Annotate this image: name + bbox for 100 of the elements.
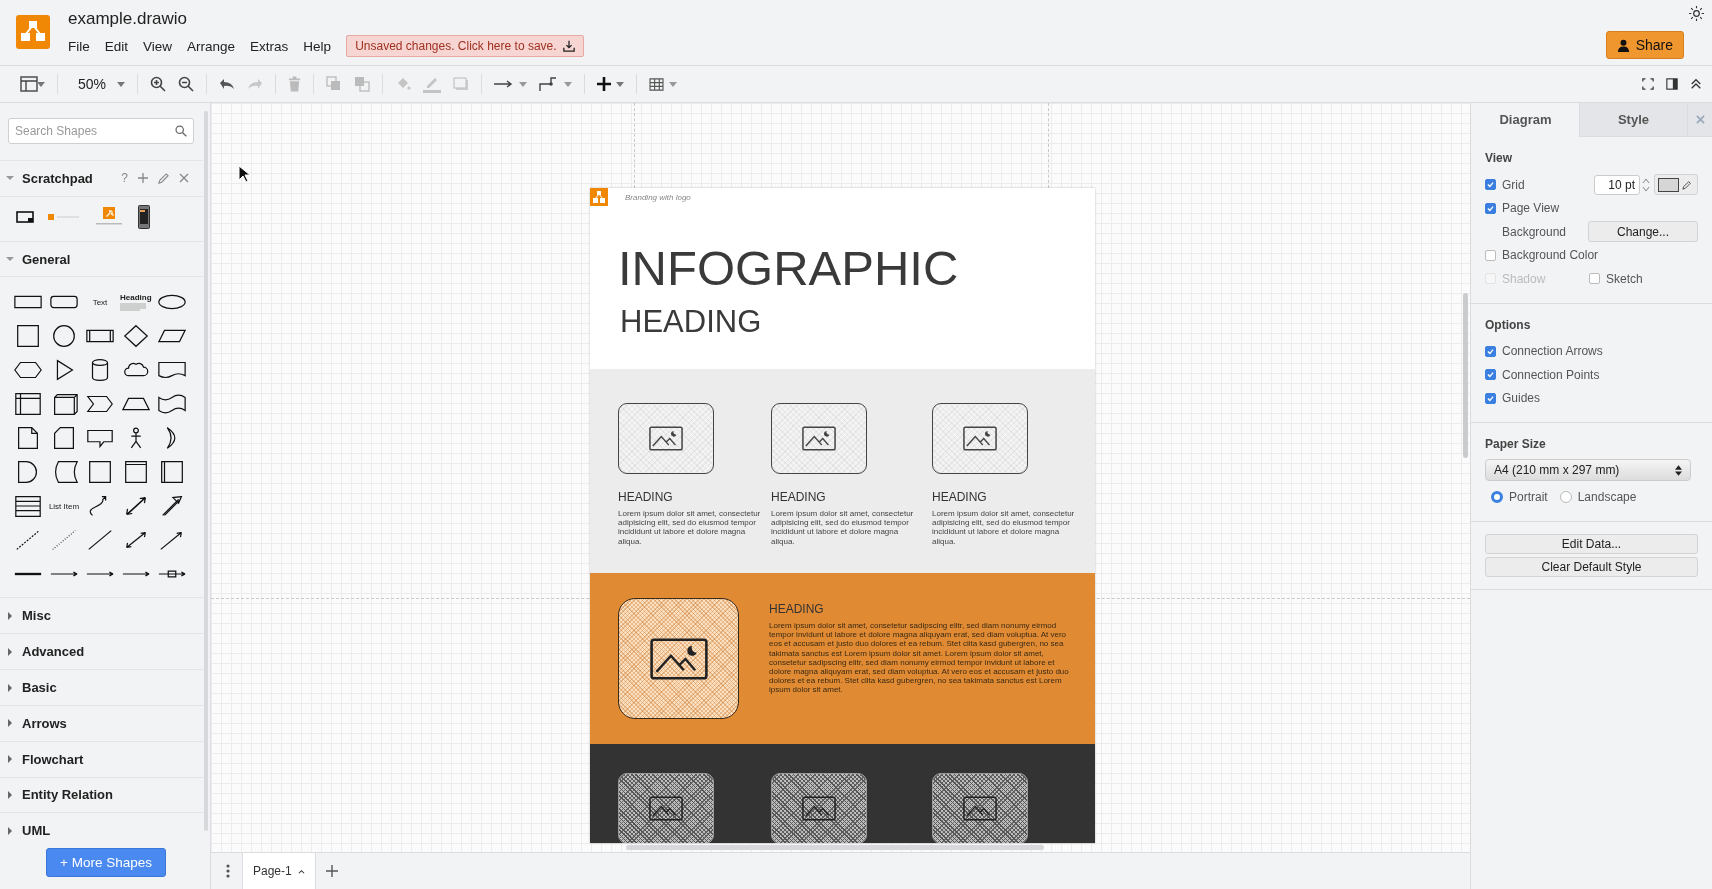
menu-item[interactable]: Extras: [250, 38, 289, 54]
checkbox-label: Connection Points: [1502, 367, 1600, 382]
menu-item[interactable]: Help: [303, 38, 332, 54]
zoom-in-icon[interactable]: [150, 76, 166, 92]
tape-shape-icon[interactable]: [157, 392, 187, 417]
diamond-shape-icon[interactable]: [121, 324, 151, 349]
caret-icon[interactable]: [6, 611, 14, 620]
card-text: Lorem ipsum dolor sit amet, consectetur adipisicing elit, sed do eiusmod tempor incididunt ut labore et dolore magna aliqua.: [618, 509, 762, 546]
fullscreen-icon[interactable]: [1642, 78, 1654, 90]
phone-thumbnail-icon[interactable]: [138, 204, 150, 229]
section-title[interactable]: General: [22, 251, 71, 267]
checkbox[interactable]: [1485, 392, 1496, 404]
caret-icon[interactable]: [6, 647, 14, 656]
panel-button[interactable]: Clear Default Style: [1485, 556, 1698, 577]
caret-icon[interactable]: [6, 719, 14, 728]
caret-icon[interactable]: [519, 81, 527, 87]
section-title[interactable]: Advanced: [22, 644, 85, 660]
checkbox[interactable]: [1485, 369, 1496, 381]
radio-button[interactable]: [1491, 490, 1503, 503]
plus-icon[interactable]: [597, 77, 611, 91]
image-icon: [963, 426, 997, 451]
banner-thumbnail-icon[interactable]: [48, 212, 80, 221]
checkbox-label: Background Color: [1502, 248, 1599, 263]
menu-item[interactable]: Edit: [104, 38, 129, 54]
add-page-icon[interactable]: [325, 865, 338, 877]
eyedropper-icon: [1682, 179, 1692, 190]
app-logo: [16, 15, 50, 49]
table-icon[interactable]: [649, 77, 664, 91]
caret-icon[interactable]: [6, 174, 14, 183]
theme-sun-icon[interactable]: [1689, 6, 1704, 21]
checkbox[interactable]: [1589, 273, 1600, 285]
section-title[interactable]: Arrows: [22, 715, 67, 731]
field-label: Background: [1502, 224, 1567, 239]
caret-icon[interactable]: [6, 755, 14, 764]
undo-icon[interactable]: [219, 78, 235, 90]
zoom-out-icon[interactable]: [178, 76, 194, 92]
image-icon: [649, 796, 683, 821]
change-button[interactable]: Change...: [1588, 221, 1698, 243]
zoom-level[interactable]: 50%: [78, 76, 112, 92]
caret-icon[interactable]: [616, 81, 624, 87]
caret-icon[interactable]: [117, 81, 125, 87]
grid-color-button[interactable]: [1654, 174, 1698, 196]
checkbox[interactable]: [1485, 179, 1496, 191]
more-vertical-icon[interactable]: [226, 864, 230, 878]
search-icon[interactable]: [175, 125, 187, 137]
unsaved-notice[interactable]: Unsaved changes. Click here to save.: [346, 35, 584, 57]
card-text: Lorem ipsum dolor sit amet, consectetur adipisicing elit, sed do eiusmod tempor incididunt ut labore et dolore magna aliqua.: [771, 509, 915, 546]
layout-panel-icon[interactable]: [20, 76, 38, 92]
page-tab[interactable]: Page-1: [242, 853, 316, 889]
scrollbar-thumb[interactable]: [1463, 293, 1468, 458]
connector-arrow-icon[interactable]: [494, 79, 514, 89]
frame-thumbnail-icon[interactable]: [16, 210, 34, 223]
pencil-icon[interactable]: [158, 172, 169, 184]
caret-icon[interactable]: [669, 81, 677, 87]
waypoint-icon[interactable]: [539, 76, 559, 92]
spinner-arrows-icon[interactable]: [1642, 176, 1650, 193]
menu-item[interactable]: File: [68, 38, 90, 54]
caret-icon[interactable]: [6, 826, 14, 835]
section-title[interactable]: Basic: [22, 680, 57, 695]
internal-storage-shape-icon[interactable]: [13, 392, 43, 417]
section-title[interactable]: Flowchart: [22, 751, 84, 767]
file-title[interactable]: example.drawio: [68, 9, 584, 29]
scrollbar-thumb[interactable]: [626, 845, 1044, 850]
section-title[interactable]: Entity Relation: [22, 787, 113, 803]
tab[interactable]: Style: [1579, 103, 1687, 137]
text-shape[interactable]: Text: [82, 285, 118, 320]
checkbox[interactable]: [1485, 345, 1496, 357]
checkbox-label: Connection Arrows: [1502, 344, 1603, 359]
caret-icon[interactable]: [564, 81, 572, 87]
mouse-pointer-icon: [238, 165, 250, 183]
checkbox[interactable]: [1485, 249, 1496, 261]
paper-size-select[interactable]: A4 (210 mm x 297 mm): [1485, 459, 1691, 481]
menu-item[interactable]: View: [143, 38, 173, 54]
feature-heading: HEADING: [769, 602, 825, 616]
collapse-icon[interactable]: [1690, 78, 1702, 90]
image-icon: [802, 426, 836, 451]
line-color-icon[interactable]: [423, 75, 441, 93]
radio-label: Landscape: [1577, 489, 1637, 504]
radio-button[interactable]: [1559, 490, 1572, 503]
caret-icon[interactable]: [37, 81, 45, 87]
panel-button[interactable]: Edit Data...: [1485, 533, 1698, 554]
list-item-shape[interactable]: List Item: [46, 489, 82, 524]
panel-toggle-icon[interactable]: [1666, 78, 1678, 90]
menu-item[interactable]: Arrange: [187, 38, 236, 54]
list-shape-icon[interactable]: [13, 494, 43, 519]
section-title[interactable]: Scratchpad: [22, 170, 93, 186]
section-title[interactable]: UML: [22, 823, 51, 839]
checkbox-label: Page View: [1502, 201, 1560, 216]
close-icon[interactable]: [179, 173, 189, 184]
grid-size-field[interactable]: 10 pt: [1594, 174, 1640, 195]
caret-icon[interactable]: [6, 255, 14, 264]
caret-icon[interactable]: [6, 683, 14, 692]
checkbox[interactable]: [1485, 202, 1496, 214]
search-field[interactable]: Search Shapes: [8, 118, 194, 144]
section-title[interactable]: Misc: [22, 608, 51, 624]
card-heading: HEADING: [771, 490, 827, 504]
download-icon: [562, 40, 575, 52]
logo-thumbnail-icon[interactable]: [94, 206, 124, 227]
caret-icon[interactable]: [6, 790, 14, 799]
share-button[interactable]: Share: [1605, 31, 1684, 59]
